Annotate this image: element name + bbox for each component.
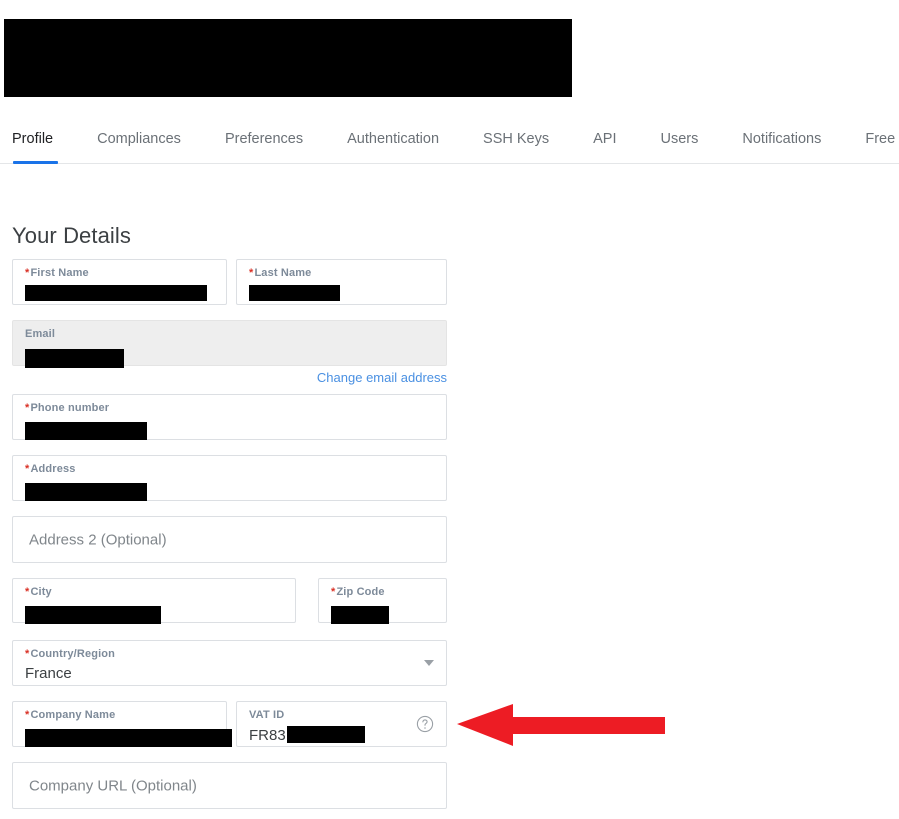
redacted-first-name-value	[25, 285, 207, 301]
address-2-placeholder: Address 2 (Optional)	[29, 531, 167, 548]
vat-id-value-wrap: FR83	[249, 726, 365, 744]
company-url-placeholder: Company URL (Optional)	[29, 777, 197, 794]
last-name-field[interactable]: *Last Name	[236, 259, 447, 305]
vat-id-value: FR83	[249, 727, 286, 744]
company-name-field[interactable]: *Company Name	[12, 701, 232, 747]
email-field: Email	[12, 320, 447, 368]
required-asterisk: *	[25, 586, 30, 598]
email-label: Email	[25, 328, 56, 340]
required-asterisk: *	[25, 267, 30, 279]
company-url-field[interactable]: Company URL (Optional)	[12, 762, 447, 809]
help-circle-icon[interactable]	[416, 715, 434, 733]
vat-id-field[interactable]: VAT ID FR83	[236, 701, 447, 747]
vat-id-label: VAT ID	[249, 709, 285, 721]
redacted-email-value	[25, 349, 124, 368]
redacted-vat-id-suffix	[286, 726, 365, 743]
company-name-label: *Company Name	[25, 709, 116, 721]
address-field[interactable]: *Address	[12, 455, 447, 501]
change-email-address-link[interactable]: Change email address	[317, 370, 447, 385]
redacted-company-name-value	[25, 729, 232, 747]
first-name-label: *First Name	[25, 267, 89, 279]
your-details-form: *First Name *Last Name Email Change emai…	[0, 0, 899, 819]
required-asterisk: *	[25, 709, 30, 721]
redacted-phone-value	[25, 422, 147, 440]
last-name-label: *Last Name	[249, 267, 312, 279]
country-region-select[interactable]: *Country/Region France	[12, 640, 447, 686]
city-field[interactable]: *City	[12, 578, 296, 624]
address-label: *Address	[25, 463, 76, 475]
redacted-zip-value	[331, 606, 389, 624]
country-region-label: *Country/Region	[25, 648, 116, 660]
country-region-value: France	[25, 665, 72, 682]
chevron-down-icon[interactable]	[424, 660, 434, 666]
required-asterisk: *	[331, 586, 336, 598]
phone-number-label: *Phone number	[25, 402, 110, 414]
required-asterisk: *	[25, 402, 30, 414]
required-asterisk: *	[25, 463, 30, 475]
first-name-field[interactable]: *First Name	[12, 259, 227, 305]
required-asterisk: *	[249, 267, 254, 279]
phone-number-field[interactable]: *Phone number	[12, 394, 447, 440]
zip-code-field[interactable]: *Zip Code	[318, 578, 447, 624]
redacted-address-value	[25, 483, 147, 501]
redacted-last-name-value	[249, 285, 340, 301]
redacted-city-value	[25, 606, 161, 624]
zip-code-label: *Zip Code	[331, 586, 385, 598]
required-asterisk: *	[25, 648, 30, 660]
city-label: *City	[25, 586, 52, 598]
address-2-field[interactable]: Address 2 (Optional)	[12, 516, 447, 563]
